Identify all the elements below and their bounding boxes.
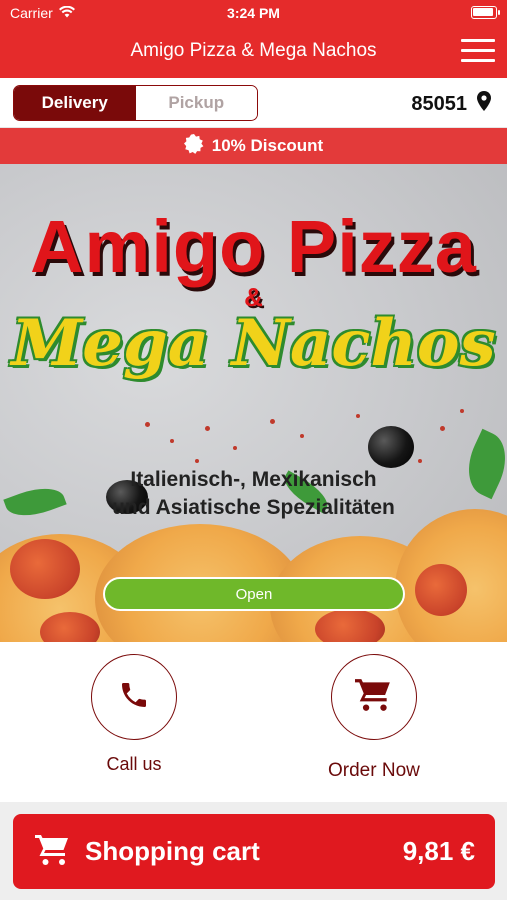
zip-code: 85051	[411, 92, 467, 115]
olive-image	[368, 426, 414, 468]
discount-label: 10% Discount	[211, 136, 324, 155]
pickup-tab[interactable]: Pickup	[135, 86, 257, 120]
shopping-cart-button[interactable]: Shopping cart 9,81 €	[13, 814, 495, 889]
call-button[interactable]	[91, 654, 177, 740]
hero-title-line2: Mega Nachos	[11, 306, 496, 381]
call-us-label: Call us	[106, 754, 162, 774]
order-mode-row: Delivery Pickup 85051	[0, 78, 507, 128]
hero-banner: Amigo Pizza & Mega Nachos Italienisch-, …	[0, 164, 507, 642]
battery-icon	[471, 6, 500, 19]
cart-total: 9,81 €	[402, 836, 475, 866]
phone-icon	[118, 679, 150, 716]
footer: Shopping cart 9,81 €	[0, 802, 507, 900]
cart-icon	[354, 677, 393, 718]
order-now-action[interactable]: Order Now	[328, 654, 420, 782]
nav-bar: Amigo Pizza & Mega Nachos	[0, 26, 507, 78]
hero-title-line1: Amigo Pizza	[30, 205, 477, 288]
shopping-cart-label: Shopping cart	[85, 836, 260, 866]
hamburger-menu-icon[interactable]	[461, 39, 495, 65]
pepperoni-image	[415, 564, 467, 616]
order-mode-segmented-control: Delivery Pickup	[13, 85, 258, 121]
hero-subtitle-line2: und Asiatische Spezialitäten	[112, 496, 395, 519]
app-screen: Carrier 3:24 PM Amigo Pizza & Mega Nacho…	[0, 0, 507, 900]
nav-title: Amigo Pizza & Mega Nachos	[130, 40, 377, 61]
call-us-action[interactable]: Call us	[91, 654, 177, 775]
cart-icon	[35, 833, 71, 872]
map-pin-icon	[477, 91, 491, 117]
status-bar: Carrier 3:24 PM	[0, 0, 507, 26]
quick-actions: Call us Order Now	[0, 642, 507, 802]
hero-subtitle-line1: Italienisch-, Mexikanisch	[130, 468, 377, 491]
open-status-button[interactable]: Open	[103, 577, 405, 611]
delivery-tab[interactable]: Delivery	[14, 86, 136, 120]
clock: 3:24 PM	[227, 5, 280, 21]
badge-icon	[183, 133, 204, 159]
order-now-label: Order Now	[328, 760, 420, 781]
zip-code-selector[interactable]: 85051	[411, 91, 491, 117]
order-button[interactable]	[330, 654, 417, 740]
hero-subtitle: Italienisch-, Mexikanisch und Asiatische…	[0, 466, 507, 522]
discount-banner[interactable]: 10% Discount	[0, 128, 507, 164]
pepperoni-image	[10, 539, 80, 599]
pepperoni-image	[315, 609, 385, 642]
